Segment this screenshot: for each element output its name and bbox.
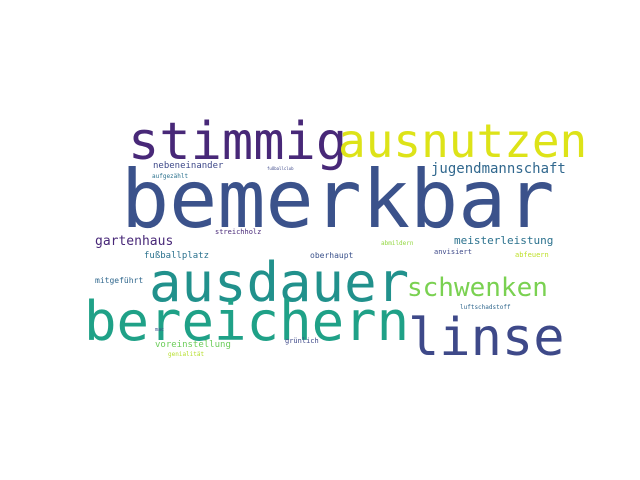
word-voreinstellung: voreinstellung: [155, 340, 231, 350]
word-aufgezaehlt: aufgezählt: [152, 173, 189, 180]
word-anvisiert: anvisiert: [434, 248, 472, 256]
word-gartenhaus: gartenhaus: [95, 234, 174, 249]
word-cloud: bemerkbar stimmig ausnutzen ausdauer ber…: [0, 0, 640, 480]
word-luftschadstoff: luftschadstoff: [460, 304, 511, 311]
word-schwenken: schwenken: [407, 273, 548, 303]
word-linse: linse: [408, 308, 565, 368]
word-mitgefuehrt: mitgeführt: [95, 276, 144, 285]
word-streichholz: streichholz: [215, 228, 262, 236]
word-mac: mac: [155, 327, 165, 333]
word-oberhaupt: oberhaupt: [310, 251, 354, 260]
word-abfeuern: abfeuern: [515, 251, 549, 259]
word-ausnutzen: ausnutzen: [338, 114, 588, 168]
word-jugendmannschaft: jugendmannschaft: [431, 161, 566, 177]
word-fussballclub: fußballclub: [267, 166, 294, 171]
word-gruenlich: grünlich: [285, 337, 319, 345]
word-bereichern: bereichern: [84, 290, 410, 353]
word-nebeneinander: nebeneinander: [153, 161, 224, 171]
word-meisterleistung: meisterleistung: [454, 234, 554, 247]
word-fussballplatz: fußballplatz: [144, 251, 210, 261]
word-abmildern: abmildern: [381, 240, 414, 247]
word-genialitaet: genialität: [168, 351, 205, 358]
